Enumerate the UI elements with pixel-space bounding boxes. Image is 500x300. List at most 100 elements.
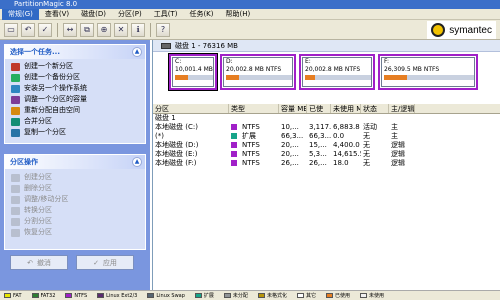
copy-icon[interactable]: ⧉: [80, 22, 94, 37]
column-header[interactable]: 分区: [153, 104, 229, 113]
filesystem-label: NTFS: [242, 159, 260, 167]
operation-item[interactable]: 删除分区: [5, 183, 145, 194]
cell-free: 14,615.5: [333, 150, 361, 158]
menu-item[interactable]: 常规(G): [2, 8, 39, 20]
apply-icon[interactable]: ✓: [38, 22, 52, 37]
task-item[interactable]: 重新分配自由空间: [5, 105, 145, 116]
task-item[interactable]: 创建一个新分区: [5, 61, 145, 72]
undo-icon[interactable]: ↶: [21, 22, 35, 37]
filesystem-label: 扩展: [242, 132, 256, 140]
legend-swatch: [194, 293, 202, 298]
cell-type: NTFS: [229, 150, 279, 159]
partition-block[interactable]: E: 20,002.8 MB NTFS: [299, 54, 375, 90]
cell-used: 5,3...: [309, 150, 327, 158]
operation-label: 分割分区: [24, 217, 52, 225]
operations-panel-header[interactable]: 分区操作 ▲: [5, 155, 145, 169]
properties-icon[interactable]: ℹ: [131, 22, 145, 37]
legend-item: Linux Swap: [147, 293, 185, 299]
table-row[interactable]: 本地磁盘 (D:) NTFS 20,... 15,... 4,400.0 无 逻辑: [153, 141, 500, 150]
legend-item: 其它: [296, 292, 316, 299]
table-group-row[interactable]: 磁盘 1: [153, 114, 500, 123]
column-header[interactable]: 已使: [307, 104, 331, 113]
partition-block[interactable]: D: 20,002.8 MB NTFS: [220, 54, 296, 90]
usage-fill: [175, 75, 189, 80]
cell-name: 本地磁盘 (E:): [155, 150, 198, 158]
column-header[interactable]: 未使用 MB: [331, 104, 361, 113]
toolbar-separator: [150, 22, 151, 37]
legend-item: FAT: [4, 293, 22, 299]
operation-item[interactable]: 分割分区: [5, 216, 145, 227]
operation-label: 删除分区: [24, 184, 52, 192]
menu-item[interactable]: 任务(K): [183, 9, 219, 20]
filesystem-icon: [231, 160, 237, 166]
menu-bar: 常规(G) 查看(V) 磁盘(D) 分区(P) 工具(T) 任务(K) 帮助(H): [0, 8, 500, 20]
partition-letter: E:: [305, 58, 311, 65]
operation-item[interactable]: 创建分区: [5, 172, 145, 183]
partition-block[interactable]: F: 26,309.5 MB NTFS: [378, 54, 478, 90]
column-header[interactable]: 容量 MB: [279, 104, 307, 113]
filesystem-label: NTFS: [242, 123, 260, 131]
symantec-logo: symantec: [427, 21, 496, 39]
cell-cap: 20,...: [281, 141, 299, 149]
filesystem-icon: [231, 133, 237, 139]
operation-item[interactable]: 调整/移动分区: [5, 194, 145, 205]
task-item[interactable]: 调整一个分区的容量: [5, 94, 145, 105]
undo-button[interactable]: ↶ 撤消: [10, 255, 68, 270]
help-icon[interactable]: ?: [156, 22, 170, 37]
table-row[interactable]: 本地磁盘 (E:) NTFS 20,... 5,3... 14,615.5无 逻辑: [153, 150, 500, 159]
partition-letter: C:: [175, 58, 182, 65]
apply-button[interactable]: ✓ 应用: [76, 255, 134, 270]
tasks-panel-header[interactable]: 选择一个任务... ▲: [5, 45, 145, 59]
legend-item: 已使用: [325, 292, 350, 299]
delete-icon[interactable]: ✕: [114, 22, 128, 37]
operation-icon: [11, 206, 20, 215]
operation-item[interactable]: 转换分区: [5, 205, 145, 216]
column-header[interactable]: 类型: [229, 104, 279, 113]
logo-text: symantec: [449, 24, 492, 36]
cell-status: 无: [363, 159, 370, 167]
disk-header[interactable]: 磁盘 1 - 76316 MB: [153, 40, 500, 52]
task-sidebar: 选择一个任务... ▲ 创建一个新分区 创建一个备份分区 安装另一个操作系统 调整一个…: [0, 40, 150, 290]
operation-icon: [11, 173, 20, 182]
task-label: 重新分配自由空间: [24, 106, 80, 114]
disk-icon[interactable]: ▭: [4, 22, 18, 37]
task-item[interactable]: 复制一个分区: [5, 127, 145, 138]
legend-swatch: [359, 293, 367, 298]
table-row[interactable]: 本地磁盘 (F:) NTFS 26,... 26,... 18.0 无 逻辑: [153, 159, 500, 168]
collapse-icon[interactable]: ▲: [132, 157, 142, 167]
legend-item: FAT32: [31, 293, 55, 299]
cell-type: NTFS: [229, 159, 279, 168]
legend-label: 扩展: [203, 293, 214, 299]
resize-partition-icon: [11, 95, 20, 104]
apply-label: 应用: [102, 258, 117, 267]
partition-block[interactable]: C: 10,001.4 MB: [168, 53, 218, 91]
partition-map: C: 10,001.4 MB D: 20,002.8 MB NTFS E: 20,002.…: [168, 53, 500, 91]
menu-item[interactable]: 磁盘(D): [75, 9, 112, 20]
table-row[interactable]: (*) 扩展 66,3... 66,3... 0.0 无主: [153, 132, 500, 141]
partition-usage-bar: [175, 75, 213, 80]
partition-content: C: 10,001.4 MB: [172, 57, 214, 87]
menu-item[interactable]: 工具(T): [148, 9, 184, 20]
task-item[interactable]: 安装另一个操作系统: [5, 83, 145, 94]
table-row[interactable]: 本地磁盘 (C:) NTFS 10,... 3,117.66,883.8活动 主: [153, 123, 500, 132]
menu-item[interactable]: 查看(V): [39, 9, 75, 20]
operation-icon: [11, 184, 20, 193]
task-item[interactable]: 创建一个备份分区: [5, 72, 145, 83]
menu-item[interactable]: 分区(P): [112, 9, 148, 20]
column-header[interactable]: 状态: [361, 104, 389, 113]
partition-size: 26,309.5 MB NTFS: [384, 66, 440, 73]
column-header[interactable]: 主/逻辑: [389, 104, 415, 113]
task-label: 调整一个分区的容量: [24, 95, 87, 103]
resize-icon[interactable]: ↔: [63, 22, 77, 37]
collapse-icon[interactable]: ▲: [132, 47, 142, 57]
operation-item[interactable]: 恢复分区: [5, 227, 145, 238]
task-item[interactable]: 合并分区: [5, 116, 145, 127]
hard-disk-icon: [161, 42, 171, 49]
legend-item: NTFS: [65, 293, 87, 299]
legend-label: 未使用: [368, 293, 384, 299]
merge-icon[interactable]: ⊕: [97, 22, 111, 37]
apply-icon: ✓: [93, 258, 99, 267]
menu-item[interactable]: 帮助(H): [220, 9, 257, 20]
operation-label: 恢复分区: [24, 228, 52, 236]
cell-kind: 主: [391, 132, 398, 140]
